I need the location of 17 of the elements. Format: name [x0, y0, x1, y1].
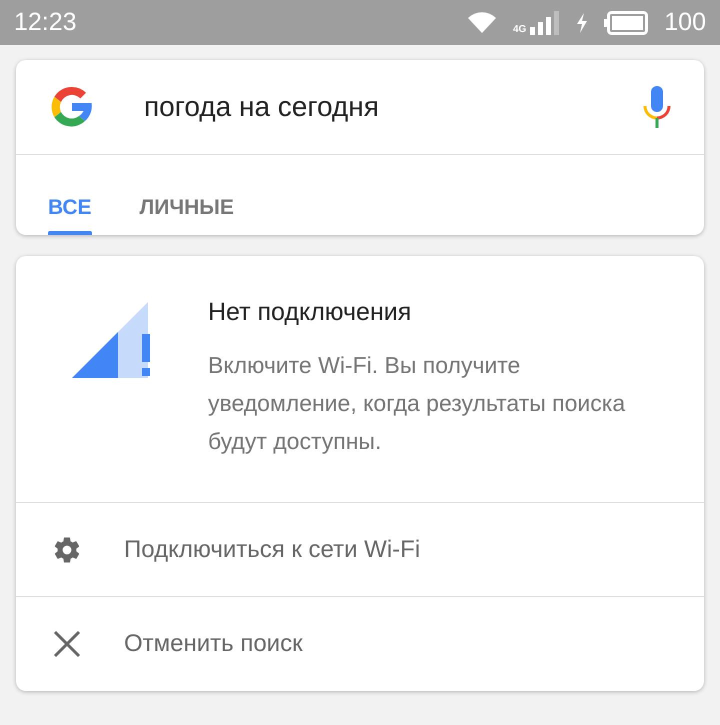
battery-level: 100 [664, 6, 706, 38]
charging-icon [576, 12, 588, 32]
microphone-icon[interactable] [642, 84, 672, 130]
battery-icon [604, 10, 648, 34]
wifi-icon [466, 10, 497, 34]
status-time: 12:23 [14, 6, 77, 38]
action-item[interactable]: Отменить поиск [16, 597, 704, 691]
tab[interactable]: ЛИЧНЫЕ [116, 155, 258, 235]
signal-icon [530, 10, 560, 34]
message-title: Нет подключения [208, 297, 412, 328]
network-type: 4G [512, 24, 526, 34]
tab[interactable]: ВСЕ [24, 155, 116, 235]
gear-icon [52, 534, 82, 564]
action-item[interactable]: Подключиться к сети Wi-Fi [16, 503, 704, 597]
search-field[interactable]: погода на сегодня [144, 86, 642, 128]
close-icon [52, 629, 82, 659]
message-text: Включите Wi-Fi. Вы получите уведомление, когда результаты поиска будут доступны. [208, 350, 626, 456]
